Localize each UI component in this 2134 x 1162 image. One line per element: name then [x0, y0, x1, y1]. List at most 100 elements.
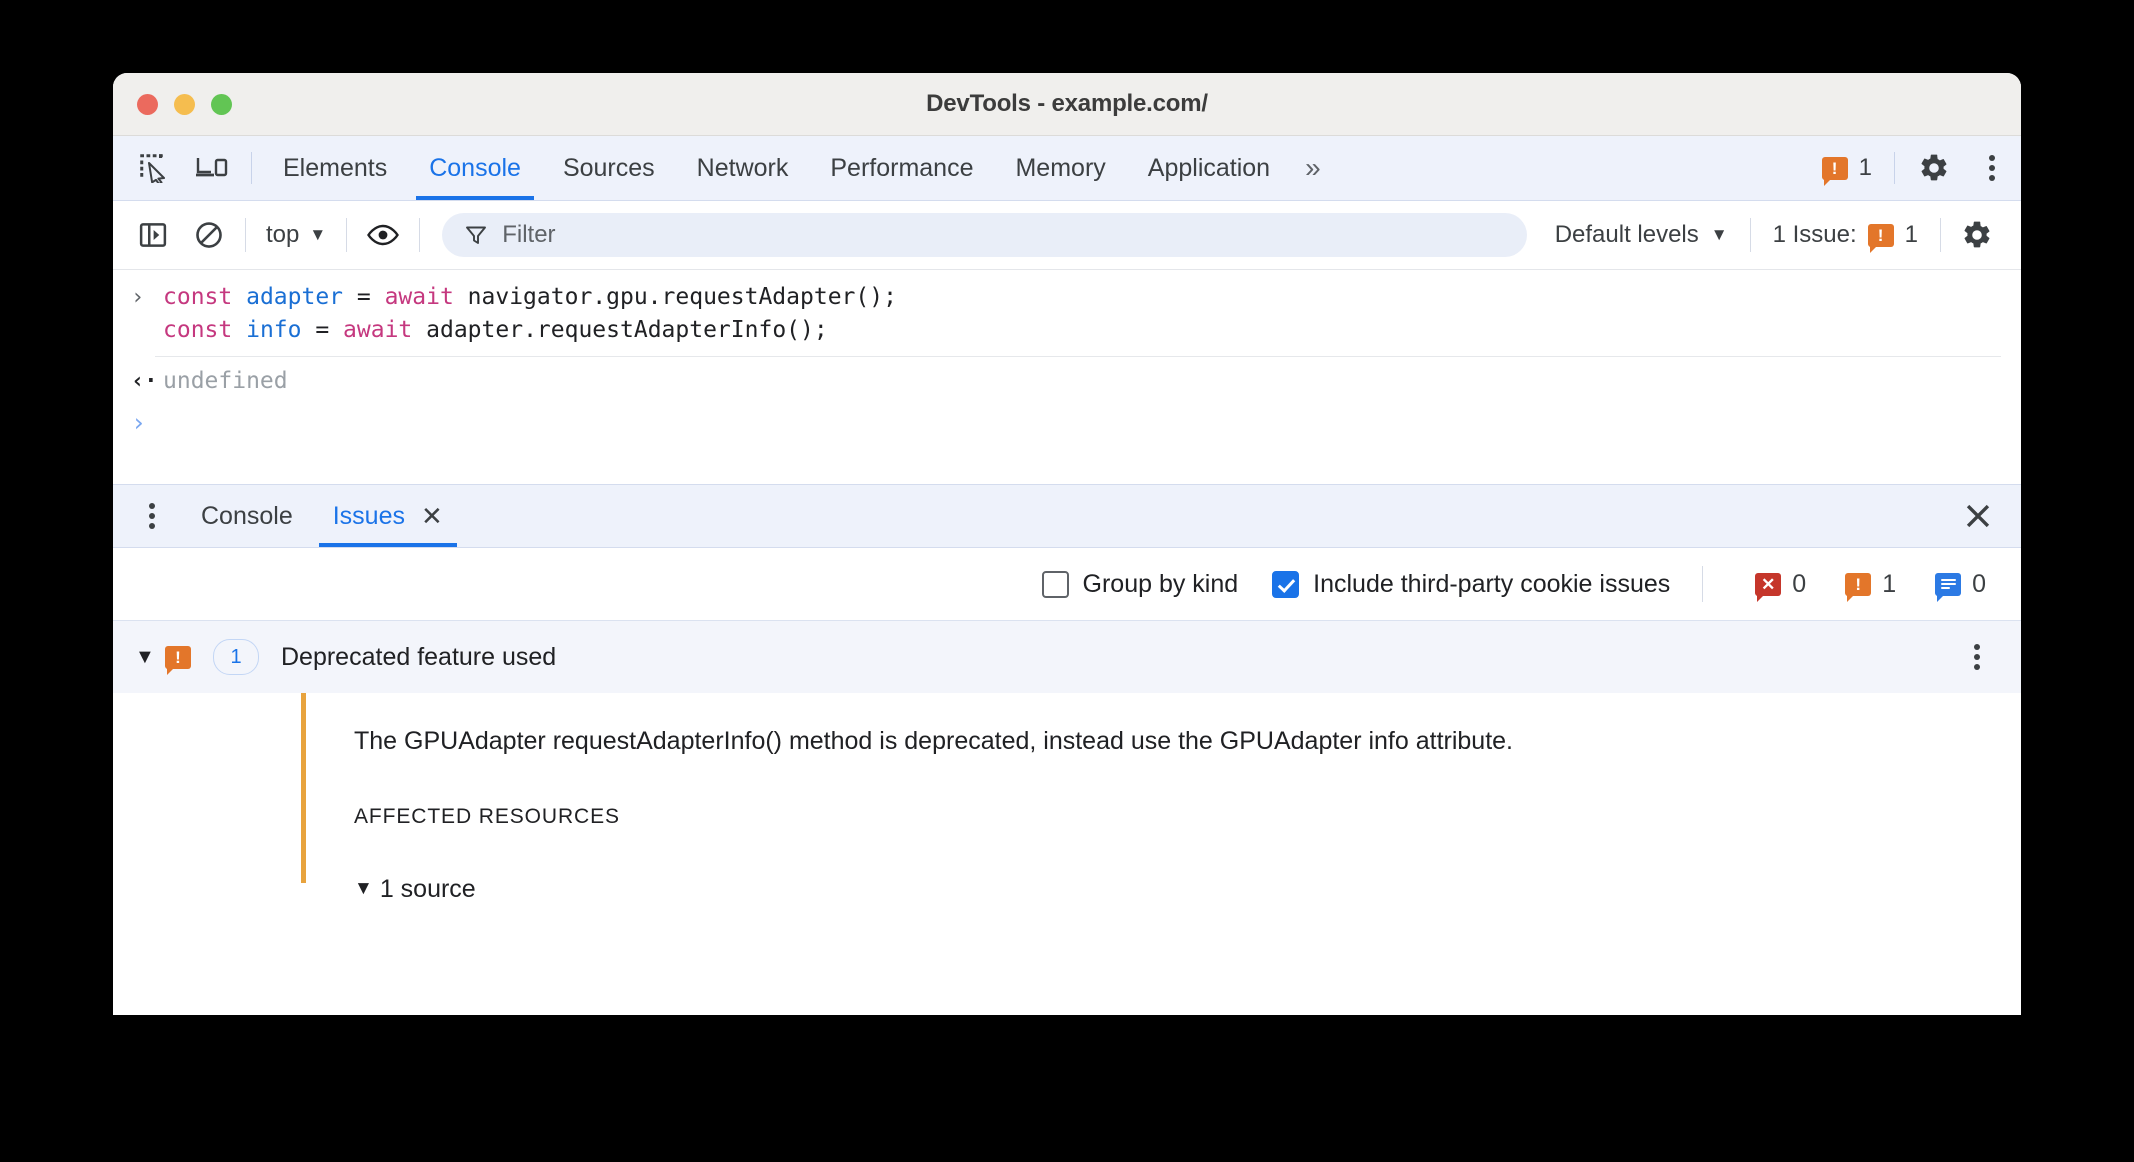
console-input-code: const adapter = await navigator.gpu.requ… — [163, 281, 897, 347]
window-title: DevTools - example.com/ — [926, 90, 1208, 117]
log-levels-selector[interactable]: Default levels ▼ — [1541, 221, 1742, 249]
source-expand-triangle-icon: ▼ — [354, 878, 373, 900]
issues-info-count-group: 0 — [1935, 569, 1995, 602]
warning-bubble-icon-issue: ! — [165, 645, 191, 675]
console-toolbar: top ▼ Filter Default levels ▼ 1 Issue: ! — [113, 201, 2021, 270]
console-issues-link[interactable]: 1 Issue: ! 1 — [1759, 221, 1932, 253]
include-third-party-label: Include third-party cookie issues — [1313, 569, 1671, 598]
chevron-down-icon: ▼ — [309, 225, 327, 244]
include-third-party-checkbox[interactable]: Include third-party cookie issues — [1272, 570, 1670, 599]
warning-bubble-icon: ! — [1821, 156, 1848, 186]
code-token-keyword-4: await — [343, 317, 427, 343]
warning-exclamation-glyph-console: ! — [1877, 225, 1884, 245]
affected-source-toggle[interactable]: ▼ 1 source — [354, 875, 2021, 904]
issues-warning-count: 1 — [1882, 569, 1897, 598]
tab-elements[interactable]: Elements — [262, 136, 408, 200]
warning-bubble-icon-issues: ! — [1845, 572, 1872, 602]
close-icon-issues-tab[interactable]: ✕ — [421, 503, 443, 529]
log-levels-label: Default levels — [1554, 221, 1699, 248]
device-toolbar-icon[interactable] — [183, 136, 241, 200]
toolbar-divider-2 — [1894, 152, 1895, 184]
drawer-tab-bar: Console Issues ✕ — [113, 484, 2021, 548]
execution-context-label: top — [266, 221, 300, 248]
console-toolbar-divider-3 — [419, 218, 421, 252]
issues-info-count: 0 — [1972, 569, 1986, 598]
drawer-tab-issues[interactable]: Issues ✕ — [313, 485, 463, 547]
code-token-plain-4: adapter.requestAdapterInfo(); — [426, 317, 828, 343]
info-bubble-icon — [1935, 572, 1962, 602]
clear-console-icon[interactable] — [181, 207, 237, 263]
tab-application[interactable]: Application — [1127, 136, 1291, 200]
affected-source-label: 1 source — [379, 874, 476, 903]
console-settings-gear-icon[interactable] — [1949, 207, 2005, 263]
group-by-kind-checkbox-box[interactable] — [1041, 570, 1069, 598]
show-console-sidebar-icon[interactable] — [125, 207, 181, 263]
affected-resources-heading: AFFECTED RESOURCES — [354, 804, 620, 828]
toolbar-warning-indicator[interactable]: ! 1 — [1810, 136, 1884, 200]
live-expression-icon[interactable] — [355, 207, 411, 263]
issue-row-header[interactable]: ▼ ! 1 Deprecated feature used — [113, 621, 2021, 693]
more-tabs-icon[interactable]: » — [1291, 136, 1335, 200]
console-input-entry: › const adapter = await navigator.gpu.re… — [113, 270, 2021, 353]
close-drawer-button[interactable] — [1945, 485, 2011, 547]
console-output: › const adapter = await navigator.gpu.re… — [113, 270, 2021, 484]
funnel-icon — [466, 226, 487, 244]
console-result-value: undefined — [163, 368, 288, 394]
gear-icon[interactable] — [1905, 136, 1963, 200]
kebab-dots — [1989, 151, 1995, 185]
code-token-plain: = — [356, 284, 385, 310]
inspect-cursor-icon[interactable] — [125, 136, 183, 200]
drawer-kebab-dots — [149, 499, 155, 533]
issue-description: The GPUAdapter requestAdapterInfo() meth… — [354, 727, 1513, 755]
drawer-tab-console-label: Console — [201, 501, 293, 530]
console-toolbar-divider-4 — [1749, 218, 1751, 252]
console-toolbar-divider-5 — [1940, 218, 1941, 252]
tab-performance[interactable]: Performance — [809, 136, 994, 200]
group-by-kind-label: Group by kind — [1082, 569, 1239, 598]
drawer-tab-console[interactable]: Console — [181, 485, 313, 547]
console-result-entry: ‹· undefined — [113, 357, 2021, 398]
group-by-kind-checkbox[interactable]: Group by kind — [1041, 569, 1239, 599]
console-code-line-1: const adapter = await navigator.gpu.requ… — [163, 281, 897, 314]
toolbar-divider — [251, 152, 252, 184]
tab-memory[interactable]: Memory — [994, 136, 1126, 200]
console-issues-label: 1 Issue: — [1772, 221, 1857, 248]
tab-console[interactable]: Console — [408, 136, 542, 200]
warning-exclamation-glyph-issue: ! — [175, 647, 181, 667]
tab-network[interactable]: Network — [676, 136, 810, 200]
expand-triangle-icon[interactable]: ▼ — [135, 646, 165, 669]
code-token-keyword: const — [163, 284, 247, 310]
issue-detail-body: The GPUAdapter requestAdapterInfo() meth… — [301, 693, 2021, 903]
drawer-tab-issues-label: Issues — [332, 501, 405, 530]
code-token-keyword-3: const — [163, 317, 247, 343]
issue-count-pill: 1 — [213, 639, 259, 675]
warning-exclamation-glyph-issues: ! — [1855, 574, 1862, 594]
console-filter-input[interactable]: Filter — [442, 213, 1527, 257]
drawer-menu-icon[interactable] — [123, 485, 181, 547]
include-third-party-checkbox-box[interactable] — [1272, 570, 1300, 598]
issues-filter-bar: Group by kind Include third-party cookie… — [113, 548, 2021, 621]
issues-error-count: 0 — [1792, 569, 1807, 598]
code-token-keyword-2: await — [384, 284, 468, 310]
execution-context-selector[interactable]: top ▼ — [254, 221, 338, 249]
close-icon — [1966, 504, 1990, 528]
main-tab-bar: Elements Console Sources Network Perform… — [113, 136, 2021, 201]
info-lines-glyph — [1940, 576, 1956, 591]
console-issues-count: 1 — [1904, 221, 1918, 248]
tab-sources[interactable]: Sources — [542, 136, 676, 200]
issues-warning-count-group: ! 1 — [1845, 569, 1905, 602]
window-titlebar: DevTools - example.com/ — [113, 73, 2021, 136]
console-filter-placeholder: Filter — [502, 221, 556, 248]
issues-error-count-group: ✕ 0 — [1755, 569, 1815, 602]
error-x-glyph: ✕ — [1761, 574, 1776, 594]
issue-menu-icon[interactable] — [1957, 640, 1997, 674]
issue-title: Deprecated feature used — [281, 642, 557, 671]
console-prompt-row[interactable]: › — [113, 398, 2021, 439]
kebab-menu-icon[interactable] — [1963, 136, 2021, 200]
chevron-down-icon-levels: ▼ — [1710, 225, 1728, 244]
error-bubble-icon: ✕ — [1755, 572, 1782, 602]
warning-exclamation-glyph: ! — [1831, 158, 1838, 178]
console-prompt-glyph: › — [131, 408, 147, 437]
code-token-identifier: adapter — [246, 284, 357, 310]
